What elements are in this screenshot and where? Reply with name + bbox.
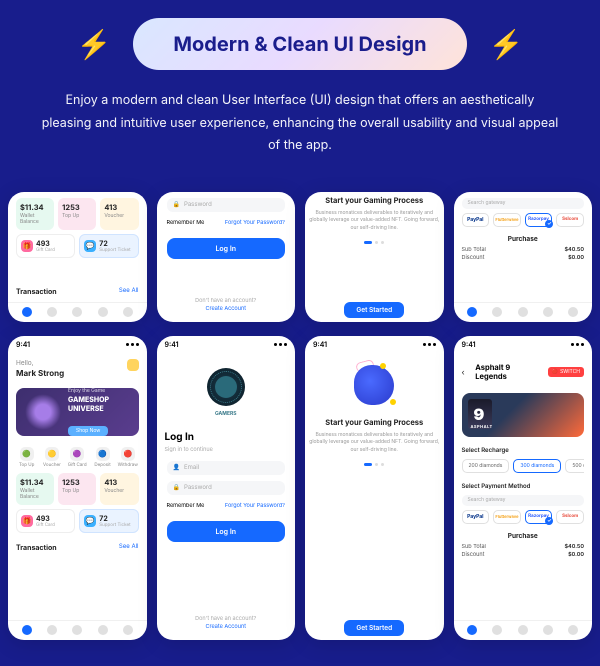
see-all-link[interactable]: See All xyxy=(119,287,139,296)
create-account-link[interactable]: Create Account xyxy=(165,306,288,312)
bottom-nav xyxy=(8,302,147,322)
get-started-button[interactable]: Get Started xyxy=(344,620,404,636)
nav-home[interactable] xyxy=(22,307,32,317)
payment-method-paypal[interactable]: PayPal xyxy=(462,213,490,227)
greeting: Hello, xyxy=(16,359,64,367)
header-description: Enjoy a modern and clean User Interface … xyxy=(40,90,560,158)
category-withdraw[interactable]: 🔴Withdraw xyxy=(117,447,138,468)
remember-checkbox[interactable]: Remember Me xyxy=(167,503,205,509)
onboarding-body: Business monatices deliverables to itera… xyxy=(309,210,440,233)
page-title: Asphalt 9 Legends xyxy=(475,363,542,381)
purchase-heading: Purchase xyxy=(462,235,585,243)
support-tile[interactable]: 💬72Support Ticket xyxy=(79,234,138,258)
select-payment-heading: Select Payment Method xyxy=(462,483,585,490)
payment-method-ssl[interactable]: Sslcom xyxy=(556,213,584,227)
brand-logo xyxy=(207,368,245,406)
select-recharge-heading: Select Recharge xyxy=(462,447,585,454)
header-title: Modern & Clean UI Design xyxy=(133,18,466,70)
shop-now-button[interactable]: Shop Now xyxy=(68,426,108,436)
get-started-button[interactable]: Get Started xyxy=(344,302,404,318)
password-input[interactable]: 🔒Password xyxy=(167,198,286,212)
wallet-balance[interactable]: $11.34Wallet Balance xyxy=(16,198,54,230)
remember-checkbox[interactable]: Remember Me xyxy=(167,220,205,226)
payment-card-partial: Search gateway PayPal Flutterwave Razorp… xyxy=(454,192,593,322)
payment-method-razorpay[interactable]: Razorpay xyxy=(525,213,553,227)
login-title: Log In xyxy=(165,431,288,443)
payment-method-flutterwave[interactable]: Flutterwave xyxy=(493,213,521,227)
onboarding-card: 9:41 Start your Gaming Process Business … xyxy=(305,336,444,640)
search-gateway-input[interactable]: Search gateway xyxy=(462,198,585,209)
onboarding-title: Start your Gaming Process xyxy=(325,196,423,205)
back-button[interactable]: ‹ xyxy=(462,368,470,376)
recharge-option[interactable]: 300 diamonds xyxy=(513,459,561,473)
onboarding-card-partial: Start your Gaming Process Business monat… xyxy=(305,192,444,322)
nav-item[interactable] xyxy=(47,307,57,317)
username: Mark Strong xyxy=(16,368,64,378)
topup-stat[interactable]: 1253Top Up xyxy=(58,198,96,230)
category-topup[interactable]: 🟢Top Up xyxy=(16,447,37,468)
forgot-password-link[interactable]: Forgot Your Password? xyxy=(225,503,285,509)
category-giftcard[interactable]: 🟣Gift Card xyxy=(67,447,88,468)
login-card-partial: 🔒Password Remember Me Forgot Your Passwor… xyxy=(157,192,296,322)
password-input[interactable]: 🔒Password xyxy=(167,481,286,495)
nav-item[interactable] xyxy=(98,307,108,317)
gift-card-tile[interactable]: 🎁493Gift Card xyxy=(16,234,75,258)
promo-banner[interactable]: Enjoy the Game GAMESHOP UNIVERSE Shop No… xyxy=(16,388,139,436)
lightning-icon: ⚡ xyxy=(76,27,111,61)
forgot-password-link[interactable]: Forgot Your Password? xyxy=(225,220,285,226)
asphalt-card: 9:41 ‹ Asphalt 9 Legends 🔴 SWITCH ASPHAL… xyxy=(454,336,593,640)
login-card: 9:41 GAMERS Log In Sign in to continue 👤… xyxy=(157,336,296,640)
lightning-icon: ⚡ xyxy=(489,27,524,61)
user-avatar[interactable] xyxy=(127,359,139,371)
dashboard-card: 9:41 Hello, Mark Strong Enjoy the Game G… xyxy=(8,336,147,640)
nav-item[interactable] xyxy=(72,307,82,317)
login-button[interactable]: Log In xyxy=(167,238,286,259)
voucher-stat[interactable]: 413Voucher xyxy=(100,198,138,230)
game-cover: ASPHALT xyxy=(462,393,585,437)
recharge-option[interactable]: 200 diamonds xyxy=(462,459,510,473)
login-button[interactable]: Log In xyxy=(167,521,286,542)
create-account-link[interactable]: Create Account xyxy=(165,624,288,630)
onboarding-illustration xyxy=(350,361,398,409)
search-gateway-input[interactable]: Search gateway xyxy=(462,495,585,506)
nav-item[interactable] xyxy=(123,307,133,317)
email-input[interactable]: 👤Email xyxy=(167,461,286,475)
transaction-heading: Transaction xyxy=(16,287,57,296)
category-deposit[interactable]: 🔵Deposit xyxy=(92,447,113,468)
home-card-partial: $11.34Wallet Balance 1253Top Up 413Vouch… xyxy=(8,192,147,322)
recharge-option[interactable]: 500 diam... xyxy=(565,459,584,473)
category-voucher[interactable]: 🟡Voucher xyxy=(41,447,62,468)
platform-tag: 🔴 SWITCH xyxy=(548,367,584,377)
